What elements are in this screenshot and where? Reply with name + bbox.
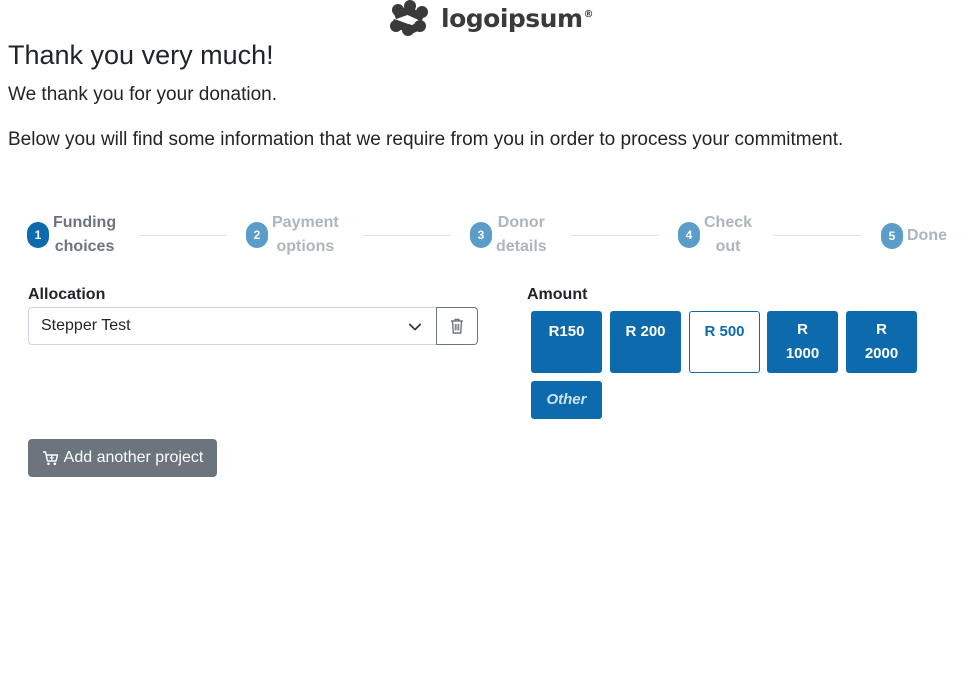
step-label: Payment options [272,214,339,255]
step-number: 2 [246,222,268,248]
trademark-symbol: ® [583,9,594,21]
step-number: 3 [470,222,492,248]
trash-icon [451,318,463,334]
step-label: Donor details [496,214,547,255]
stepper-connector [363,235,451,236]
step-label: Done [907,227,947,244]
add-another-project-label: Add another project [63,449,204,466]
step-label: Funding choices [53,214,117,255]
stepper-connector [570,235,658,236]
amount-r1000-button[interactable]: R 1000 [767,311,838,373]
allocation-label: Allocation [28,286,106,303]
brand-name: logoipsum® [441,3,594,33]
step-funding-choices[interactable]: 1 Funding choices [27,211,116,259]
stepper-connector [139,235,227,236]
step-number: 1 [27,222,49,248]
page-title: Thank you very much! [8,40,274,70]
thank-you-text: We thank you for your donation. [8,84,277,105]
allocation-select[interactable]: Stepper Test [28,307,437,345]
remove-allocation-button[interactable] [436,307,478,345]
step-done[interactable]: 5 Done [881,223,947,249]
instructions-text: Below you will find some information tha… [8,129,844,150]
step-check-out[interactable]: 4 Check out [678,211,752,259]
brand-logo: logoipsum® [388,0,593,40]
amount-other-button[interactable]: Other [531,381,602,419]
amount-label: Amount [527,286,588,303]
cart-icon [42,451,58,466]
allocation-selected-value: Stepper Test [41,317,131,334]
step-payment-options[interactable]: 2 Payment options [246,211,339,259]
amount-r200-button[interactable]: R 200 [610,311,681,373]
step-label: Check out [704,214,753,255]
add-another-project-button[interactable]: Add another project [28,439,217,477]
chevron-down-icon [408,323,422,331]
logo-mark-icon [390,0,428,36]
step-donor-details[interactable]: 3 Donor details [470,211,547,259]
amount-r500-button[interactable]: R 500 [689,311,760,373]
amount-r2000-button[interactable]: R 2000 [846,311,917,373]
stepper-connector [774,235,862,236]
step-number: 5 [881,223,903,249]
step-number: 4 [678,222,700,248]
amount-r150-button[interactable]: R150 [531,311,602,373]
donation-page: logoipsum® Thank you very much! We thank… [0,0,979,696]
